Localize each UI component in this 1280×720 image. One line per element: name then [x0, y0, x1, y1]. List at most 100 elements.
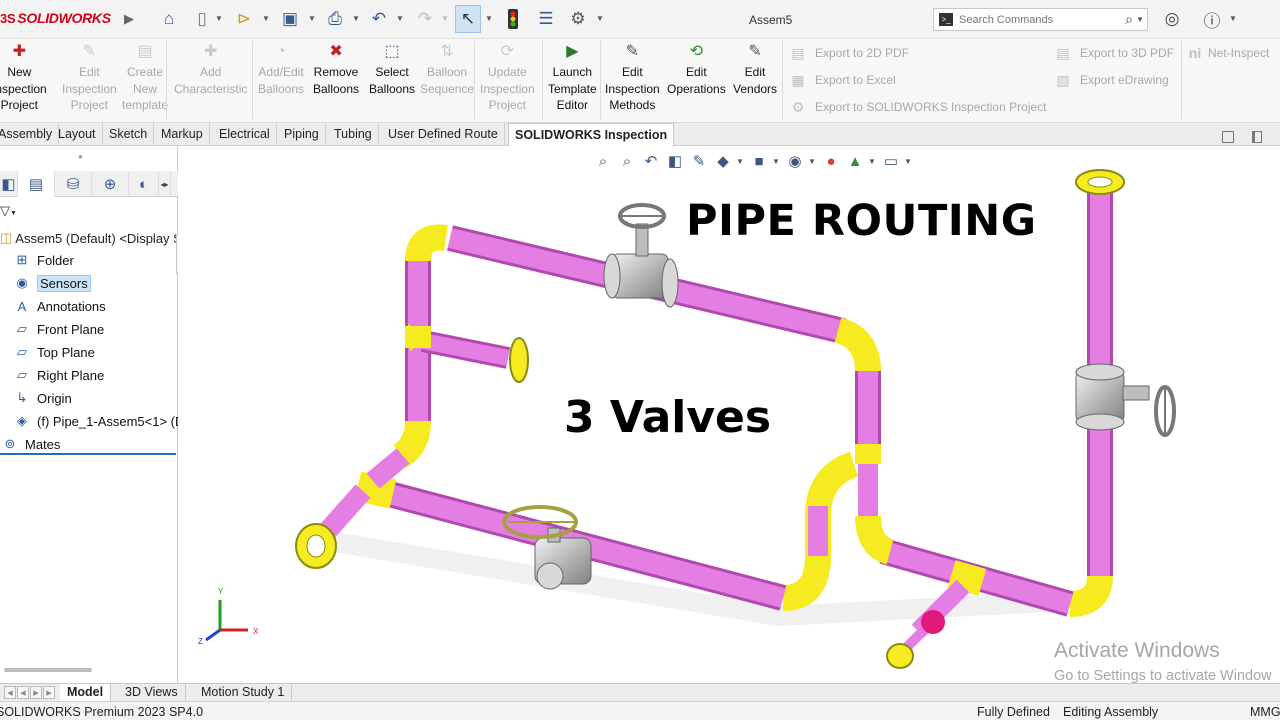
search-commands[interactable]: >_ ⌕ ▼ [933, 8, 1148, 31]
edit-operations-button[interactable]: ⟲ Edit Operations [667, 41, 726, 97]
previous-view-icon[interactable]: ↶ [640, 150, 662, 172]
undo-dropdown-icon[interactable]: ▼ [396, 14, 404, 23]
select-icon[interactable]: ↖ [455, 5, 481, 33]
tree-item-top-plane[interactable]: ▱ Top Plane [12, 341, 95, 363]
elbow-fitting[interactable] [855, 515, 895, 565]
pipe-segment[interactable] [366, 448, 410, 489]
property-manager-tab-icon[interactable]: ▤ [18, 171, 55, 197]
zoom-to-fit-icon[interactable]: ⌕ [592, 150, 614, 172]
tab-user-defined-route[interactable]: User Defined Route [382, 123, 505, 146]
print-dropdown-icon[interactable]: ▼ [352, 14, 360, 23]
search-dropdown-icon[interactable]: ▼ [1136, 15, 1144, 24]
help-icon[interactable]: ⓘ [1200, 7, 1224, 31]
graphics-area[interactable]: Y X Z ⌕ ⌕ ↶ ◧ ✎ ◆ ▼ ■ ▼ ◉ ▼ ● ▲ ▼ ▭ ▼ PI… [178, 146, 1280, 683]
export-3d-pdf-button[interactable]: ▤ Export to 3D PDF [1054, 44, 1174, 62]
hide-show-dropdown-icon[interactable]: ▼ [808, 157, 818, 166]
home-icon[interactable]: ⌂ [157, 7, 181, 31]
search-input[interactable] [959, 13, 1109, 26]
launch-template-editor-button[interactable]: ▶ Launch Template Editor [548, 41, 597, 114]
prev-tab-icon[interactable]: ◀ [17, 686, 29, 699]
help-dropdown-icon[interactable]: ▼ [1229, 14, 1237, 23]
remove-balloons-button[interactable]: ✖ Remove Balloons [313, 41, 359, 97]
open-dropdown-icon[interactable]: ▼ [262, 14, 270, 23]
export-inspection-project-button[interactable]: ⚙ Export to SOLIDWORKS Inspection Project [789, 98, 1047, 116]
filter-icon[interactable]: ▽▼ [0, 203, 17, 219]
tree-item-mates[interactable]: ⊚ Mates [0, 433, 61, 455]
new-document-icon[interactable]: ▯ [190, 7, 214, 31]
redo-icon[interactable]: ↷ [413, 7, 437, 31]
tab-tubing[interactable]: Tubing [328, 123, 379, 146]
elbow-fitting[interactable] [405, 224, 448, 262]
balloon-sequence-button[interactable]: ⇅ Balloon Sequence [420, 41, 474, 97]
hide-show-items-icon[interactable]: ◉ [784, 150, 806, 172]
tree-item-front-plane[interactable]: ▱ Front Plane [12, 318, 104, 340]
export-edrawing-button[interactable]: ▧ Export eDrawing [1054, 71, 1168, 89]
panel-collapse-dot[interactable]: ● [78, 152, 83, 161]
gate-valve-top[interactable] [603, 203, 679, 308]
display-style-dropdown-icon[interactable]: ▼ [772, 157, 782, 166]
elbow-fitting[interactable] [392, 420, 431, 468]
export-2d-pdf-button[interactable]: ▤ Export to 2D PDF [789, 44, 909, 62]
dynamic-annotation-icon[interactable]: ✎ [688, 150, 710, 172]
bottom-tab-3d-views[interactable]: 3D Views [118, 684, 186, 702]
file-properties-icon[interactable]: ☰ [534, 7, 558, 31]
new-dropdown-icon[interactable]: ▼ [215, 14, 223, 23]
view-settings-dropdown-icon[interactable]: ▼ [904, 157, 914, 166]
options-icon[interactable]: ⚙ [566, 7, 590, 31]
print-icon[interactable]: ⎙ [323, 7, 347, 31]
section-view-icon[interactable]: ◧ [664, 150, 686, 172]
tab-sketch[interactable]: Sketch [103, 123, 155, 146]
tree-item-f-pipe-1-assem5-1-d[interactable]: ◈ (f) Pipe_1-Assem5<1> (D [12, 410, 184, 432]
apply-scene-dropdown-icon[interactable]: ▼ [868, 157, 878, 166]
undo-icon[interactable]: ↶ [367, 7, 391, 31]
first-tab-icon[interactable]: ◀ [4, 686, 16, 699]
tab-assembly[interactable]: Assembly [0, 123, 60, 146]
select-dropdown-icon[interactable]: ▼ [485, 14, 493, 23]
elbow-fitting[interactable] [782, 555, 831, 611]
maximize-viewport-icon[interactable] [1252, 131, 1262, 143]
save-dropdown-icon[interactable]: ▼ [308, 14, 316, 23]
tree-root[interactable]: ◫ Assem5 (Default) <Display St [0, 228, 185, 248]
tab-solidworks-inspection[interactable]: SOLIDWORKS Inspection [508, 123, 675, 147]
tab-layout[interactable]: Layout [52, 123, 103, 146]
zoom-to-area-icon[interactable]: ⌕ [616, 150, 638, 172]
display-manager-tab-icon[interactable]: ◐ [129, 171, 159, 197]
menu-expand-icon[interactable]: ▶ [117, 7, 141, 31]
bottom-tab-model[interactable]: Model [60, 684, 112, 702]
gate-valve-right[interactable] [1075, 363, 1176, 437]
user-account-icon[interactable]: ◎ [1160, 7, 1184, 31]
flange[interactable] [509, 337, 529, 383]
rollback-bar[interactable] [0, 453, 176, 455]
tree-item-sensors[interactable]: ◉ Sensors [12, 272, 91, 294]
dimxpert-tab-icon[interactable]: ⊕ [92, 171, 129, 197]
next-tab-icon[interactable]: ▶ [30, 686, 42, 699]
unit-system[interactable]: MMGS [1250, 705, 1280, 719]
last-tab-icon[interactable]: ▶ [43, 686, 55, 699]
add-characteristic-button[interactable]: ✚ Add Characteristic [174, 41, 247, 97]
tabs-scroll-icon[interactable]: ◂▸ [159, 171, 171, 197]
feature-tree-tab-icon[interactable]: ◧ [0, 171, 18, 197]
bottom-tab-motion-study-1[interactable]: Motion Study 1 [194, 684, 293, 702]
tab-markup[interactable]: Markup [155, 123, 210, 146]
new-inspection-project-button[interactable]: ✚ New Inspection Project [0, 41, 47, 114]
display-style-icon[interactable]: ■ [748, 150, 770, 172]
export-excel-button[interactable]: ▦ Export to Excel [789, 71, 895, 89]
search-icon[interactable]: ⌕ [1125, 11, 1133, 28]
elbow-fitting[interactable] [1069, 575, 1113, 617]
edit-inspection-project-button[interactable]: ✎ Edit Inspection Project [62, 41, 117, 114]
open-icon[interactable]: ⊳ [232, 7, 256, 31]
configuration-tab-icon[interactable]: ⛁ [55, 171, 92, 197]
view-orientation-dropdown-icon[interactable]: ▼ [736, 157, 746, 166]
create-new-template-button[interactable]: ▤ Create New template [122, 41, 168, 114]
view-settings-icon[interactable]: ▭ [880, 150, 902, 172]
horizontal-scrollbar[interactable] [4, 668, 92, 672]
edit-appearance-icon[interactable]: ● [820, 150, 842, 172]
elbow-fitting[interactable] [833, 317, 881, 372]
update-inspection-project-button[interactable]: ⟳ Update Inspection Project [480, 41, 535, 114]
reducer-fitting[interactable] [921, 610, 945, 634]
rebuild-icon[interactable] [501, 7, 525, 31]
tile-viewport-icon[interactable] [1222, 131, 1234, 143]
flange[interactable] [886, 643, 914, 669]
redo-dropdown-icon[interactable]: ▼ [441, 14, 449, 23]
tab-piping[interactable]: Piping [278, 123, 326, 146]
